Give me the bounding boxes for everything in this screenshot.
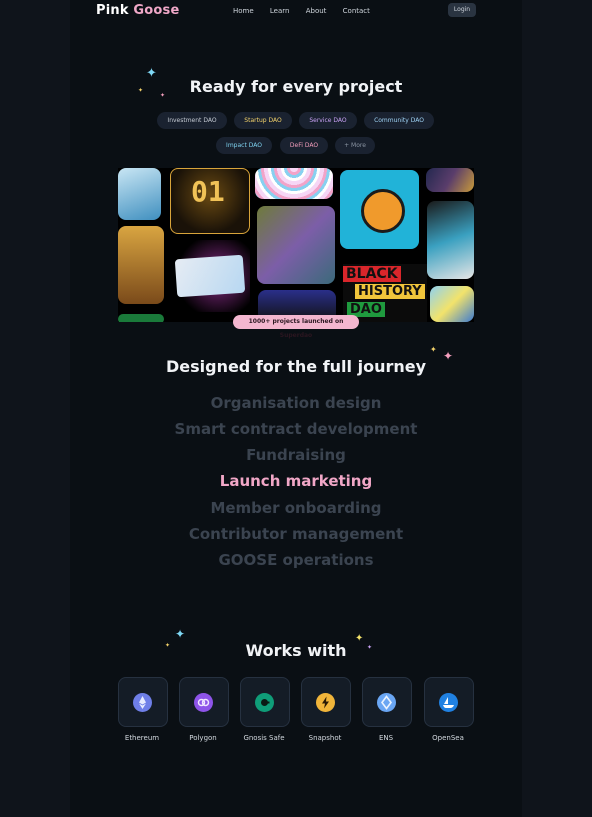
logo-pink: Pink [96,3,129,18]
pill-defi-dao[interactable]: DeFi DAO [280,137,328,154]
nav-link-home[interactable]: Home [233,7,254,15]
sparkle-icon: ✦ [430,345,437,354]
collage-tile-jackal [257,206,335,284]
polygon-icon [194,693,213,712]
collage-tile-01: 01 [170,168,250,234]
collage-text-01: 01 [191,175,225,208]
pill-impact-dao[interactable]: Impact DAO [216,137,272,154]
pill-investment-dao[interactable]: Investment DAO [157,112,227,129]
collage-tile-warrior [118,226,164,304]
integration-label: ENS [378,734,394,742]
journey-title: Designed for the full journey [165,357,427,376]
journey-item[interactable]: Fundraising [0,446,592,464]
collage-tile-mandala [255,168,333,199]
collage-tile-green [118,314,164,322]
nav-link-about[interactable]: About [306,7,327,15]
hero-title: Ready for every project [189,77,403,96]
opensea-icon [439,693,458,712]
journey-item[interactable]: Smart contract development [0,420,592,438]
pill-label: Investment DAO [167,117,217,124]
projects-launched-badge: 1000+ projects launched on Superdao [233,315,359,339]
journey-item[interactable]: Contributor management [0,525,592,543]
pill-community-dao[interactable]: Community DAO [364,112,434,129]
collage-tile-night [426,168,474,192]
top-nav: Pink Goose Home Learn About Contact Logi… [96,0,478,22]
gnosis-safe-icon [255,693,274,712]
pill-startup-dao[interactable]: Startup DAO [234,112,292,129]
pill-label: DeFi DAO [289,142,319,149]
logo[interactable]: Pink Goose [96,3,180,18]
collage-tile-artwork [118,168,161,220]
collage-text-black: BLACK [343,266,401,282]
integration-ens[interactable] [362,677,412,727]
pill-service-dao[interactable]: Service DAO [299,112,357,129]
pill-label: Startup DAO [244,117,282,124]
login-button[interactable]: Login [448,3,476,17]
pill-label: Impact DAO [226,142,262,149]
journey-item[interactable]: GOOSE operations [0,551,592,569]
collage-tile-hero [427,201,474,279]
collage-tile-black-history: BLACK HISTORY DAO [343,264,427,322]
sparkle-icon: ✦ [175,627,186,641]
works-with-title: Works with [245,641,347,660]
nav-link-learn[interactable]: Learn [270,7,290,15]
integration-snapshot[interactable] [301,677,351,727]
ethereum-icon [133,693,152,712]
integration-label: Ethereum [124,734,160,742]
collage-text-history: HISTORY [355,284,425,299]
collage-tile-coin [340,170,419,249]
integration-label: Gnosis Safe [243,734,285,742]
pill-label: + More [344,142,366,149]
integration-label: Polygon [189,734,217,742]
integration-label: Snapshot [308,734,342,742]
pill-label: Service DAO [309,117,347,124]
integration-ethereum[interactable] [118,677,168,727]
project-collage: 01 BLACK HISTORY DAO [118,168,474,322]
integration-opensea[interactable] [424,677,474,727]
collage-tile-card [170,240,250,312]
journey-item-active[interactable]: Launch marketing [0,472,592,490]
journey-item[interactable]: Member onboarding [0,499,592,517]
logo-goose: Goose [133,3,180,18]
ens-icon [377,693,396,712]
integration-gnosis-safe[interactable] [240,677,290,727]
nav-links: Home Learn About Contact [233,7,384,15]
snapshot-icon [316,693,335,712]
pill-more[interactable]: + More [335,137,375,154]
journey-item[interactable]: Organisation design [0,394,592,412]
nav-link-contact[interactable]: Contact [343,7,370,15]
collage-tile-abstract [430,286,474,322]
integration-polygon[interactable] [179,677,229,727]
pill-label: Community DAO [374,117,424,124]
integration-label: OpenSea [432,734,464,742]
